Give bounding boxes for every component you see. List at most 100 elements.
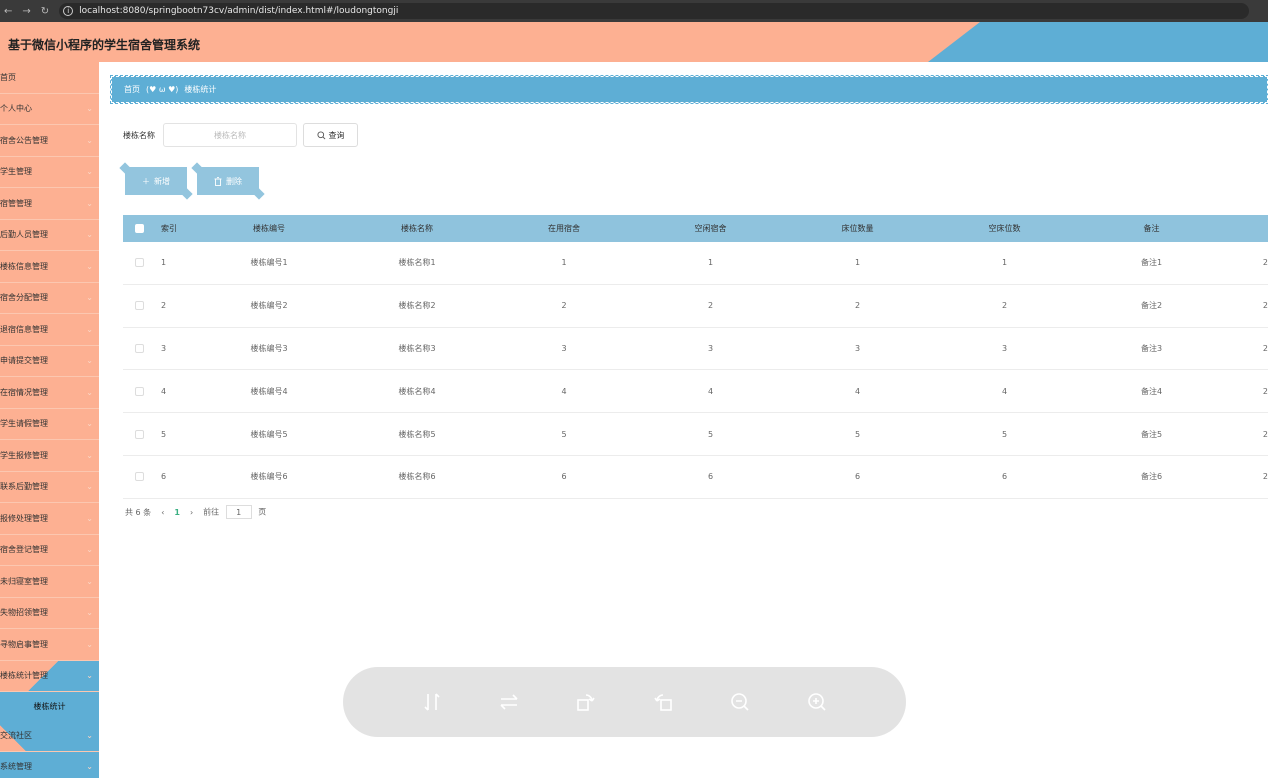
col-header-free-rooms[interactable]: 空闲宿舍	[637, 223, 784, 234]
sidebar-item[interactable]: 寻物启事管理 ⌄	[0, 629, 99, 661]
sidebar-item-label: 系统管理	[0, 762, 32, 772]
row-checkbox[interactable]	[134, 258, 144, 268]
table-cell: 楼栋名称2	[398, 301, 436, 311]
col-header-building-name[interactable]: 楼栋名称	[343, 223, 491, 234]
table-cell: 楼栋编号5	[250, 429, 288, 439]
trash-icon	[214, 176, 222, 186]
row-checkbox[interactable]	[134, 386, 144, 396]
sidebar-item[interactable]: 宿管管理 ⌄	[0, 188, 99, 220]
sidebar-item[interactable]: 宿舍分配管理 ⌄	[0, 283, 99, 314]
breadcrumb-home[interactable]: 首页	[124, 84, 140, 95]
sidebar-item-label: 失物招领管理	[0, 608, 48, 618]
table-cell: 1	[561, 258, 567, 268]
add-button[interactable]: ＋ 新增	[125, 167, 187, 195]
search-placeholder: 楼栋名称	[214, 130, 246, 140]
address-bar[interactable]: i localhost:8080/springbootn73cv/admin/d…	[59, 3, 1250, 19]
prev-page-icon[interactable]: ‹	[161, 508, 164, 517]
table-cell: 6	[1001, 472, 1008, 482]
delete-button[interactable]: 删除	[197, 167, 259, 195]
row-checkbox[interactable]	[134, 343, 144, 353]
flip-vertical-icon[interactable]	[417, 687, 447, 717]
url-text: localhost:8080/springbootn73cv/admin/dis…	[79, 6, 399, 16]
sidebar-item-label: 后勤人员管理	[0, 230, 48, 240]
sidebar-item[interactable]: 申请提交管理 ⌄	[0, 346, 99, 377]
search-input[interactable]: 楼栋名称	[163, 123, 297, 147]
pager-current-page[interactable]: 1	[174, 508, 180, 517]
flip-horizontal-icon[interactable]	[494, 687, 524, 717]
sidebar-item-label: 学生请假管理	[0, 419, 48, 429]
sidebar-item[interactable]: 未归寝室管理 ⌄	[0, 566, 99, 598]
row-checkbox[interactable]	[134, 429, 144, 439]
sidebar-item[interactable]: 学生管理 ⌄	[0, 157, 99, 188]
pager-goto-input[interactable]: 1	[225, 505, 252, 519]
table-cell: 6	[854, 472, 861, 482]
sidebar-item-label: 首页	[0, 72, 16, 82]
sidebar-item-label: 报修处理管理	[0, 513, 48, 523]
plus-icon: ＋	[142, 176, 150, 186]
sidebar-item[interactable]: 楼栋统计管理 ⌄	[0, 660, 99, 692]
sidebar-item-label: 学生报修管理	[0, 450, 48, 460]
zoom-out-icon[interactable]	[725, 687, 755, 717]
table-cell: 3	[707, 343, 714, 353]
sidebar-item[interactable]: 宿舍公告管理 ⌄	[0, 125, 99, 157]
sidebar-item[interactable]: 宿舍登记管理 ⌄	[0, 535, 99, 566]
back-icon[interactable]: ←	[4, 6, 12, 17]
col-header-index[interactable]: 索引	[155, 223, 195, 234]
next-page-icon[interactable]: ›	[190, 508, 193, 517]
sidebar-item[interactable]: 个人中心 ⌄	[0, 94, 99, 125]
action-buttons: ＋ 新增 删除	[125, 167, 259, 195]
table-cell: 备注2	[1140, 301, 1163, 311]
table-cell: 2	[1262, 258, 1268, 268]
table-row[interactable]: 3 楼栋编号3 楼栋名称3 3 3 3 3 备注3 2	[123, 328, 1268, 371]
sidebar-subitem-loudongtongji[interactable]: 楼栋统计	[0, 692, 99, 720]
chevron-down-icon: ⌄	[86, 387, 93, 397]
site-info-icon[interactable]: i	[63, 6, 74, 16]
col-header-used-rooms[interactable]: 在用宿舍	[491, 223, 637, 234]
sidebar-item[interactable]: 联系后勤管理 ⌄	[0, 472, 99, 503]
table-cell: 5	[707, 429, 714, 439]
sidebar-item[interactable]: 学生请假管理 ⌄	[0, 409, 99, 440]
table-cell: 4	[161, 386, 167, 396]
sidebar-item[interactable]: 学生报修管理 ⌄	[0, 440, 99, 472]
sidebar-item[interactable]: 退宿信息管理 ⌄	[0, 314, 99, 346]
chevron-down-icon: ⌄	[86, 293, 93, 303]
table-cell: 2	[854, 301, 861, 311]
table-cell: 备注5	[1140, 429, 1163, 439]
sidebar-item[interactable]: 首页	[0, 62, 99, 94]
forward-icon[interactable]: →	[22, 6, 30, 17]
table-cell: 4	[1001, 386, 1008, 396]
table-cell: 5	[854, 429, 861, 439]
search-button-label: 查询	[328, 130, 345, 140]
pager-page-unit: 页	[258, 507, 267, 517]
sidebar-item[interactable]: 失物招领管理 ⌄	[0, 598, 99, 629]
table-row[interactable]: 4 楼栋编号4 楼栋名称4 4 4 4 4 备注4 2	[123, 370, 1268, 414]
reload-icon[interactable]: ↻	[41, 6, 49, 17]
col-header-building-no[interactable]: 楼栋编号	[195, 223, 343, 234]
table-row[interactable]: 2 楼栋编号2 楼栋名称2 2 2 2 2 备注2 2	[123, 285, 1268, 328]
zoom-in-icon[interactable]	[802, 687, 832, 717]
table-cell: 楼栋名称6	[398, 472, 436, 482]
rotate-left-icon[interactable]	[648, 687, 678, 717]
table-cell: 楼栋名称3	[398, 343, 436, 353]
sidebar-item[interactable]: 报修处理管理 ⌄	[0, 503, 99, 535]
row-checkbox[interactable]	[134, 472, 144, 482]
table-row[interactable]: 1 楼栋编号1 楼栋名称1 1 1 1 1 备注1 2	[123, 242, 1268, 285]
rotate-right-icon[interactable]	[571, 687, 601, 717]
col-header-free-beds[interactable]: 空床位数	[931, 223, 1078, 234]
sidebar-item-label: 寻物启事管理	[0, 639, 48, 649]
select-all-checkbox[interactable]	[134, 224, 144, 233]
table-row[interactable]: 6 楼栋编号6 楼栋名称6 6 6 6 6 备注6 2	[123, 456, 1268, 499]
search-button[interactable]: 查询	[303, 123, 358, 147]
col-header-remark[interactable]: 备注	[1078, 223, 1225, 234]
sidebar-item[interactable]: 后勤人员管理 ⌄	[0, 220, 99, 251]
sidebar-item[interactable]: 系统管理 ⌄	[0, 751, 99, 778]
sidebar-item[interactable]: 在宿情况管理 ⌄	[0, 377, 99, 409]
sidebar-item-label: 联系后勤管理	[0, 482, 48, 492]
table-cell: 楼栋名称5	[398, 429, 436, 439]
sidebar-item[interactable]: 交流社区 ⌄	[0, 720, 99, 752]
row-checkbox[interactable]	[134, 301, 144, 311]
col-header-beds[interactable]: 床位数量	[784, 223, 931, 234]
sidebar-item[interactable]: 楼栋信息管理 ⌄	[0, 251, 99, 283]
table-row[interactable]: 5 楼栋编号5 楼栋名称5 5 5 5 5 备注5 2	[123, 413, 1268, 456]
table-cell: 2	[1262, 301, 1268, 311]
